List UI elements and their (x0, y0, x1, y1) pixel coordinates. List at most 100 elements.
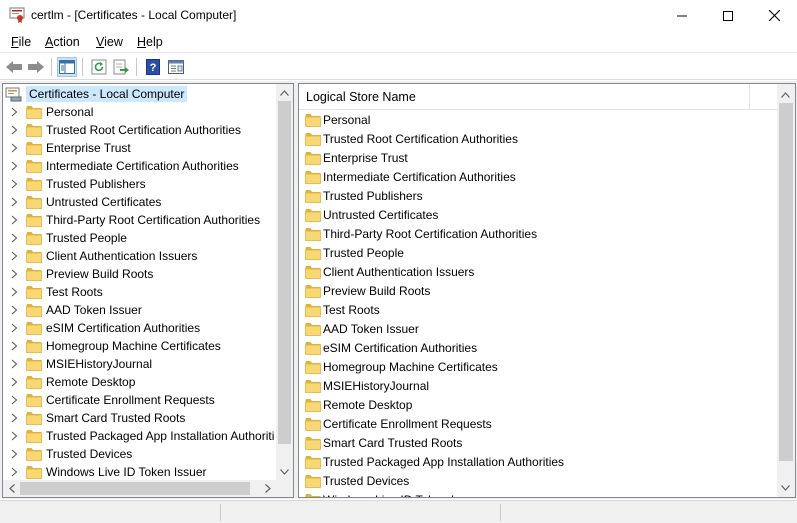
list-item[interactable]: Client Authentication Issuers (299, 262, 777, 281)
tree-item[interactable]: MSIEHistoryJournal (3, 355, 278, 373)
chevron-right-icon[interactable] (10, 467, 19, 477)
chevron-right-icon[interactable] (10, 305, 19, 315)
chevron-right-icon[interactable] (10, 323, 19, 333)
chevron-right-icon[interactable] (10, 107, 19, 117)
tree-item[interactable]: Test Roots (3, 283, 278, 301)
list-item[interactable]: Smart Card Trusted Roots (299, 433, 777, 452)
chevron-right-icon[interactable] (10, 197, 19, 207)
tree-item[interactable]: Certificate Enrollment Requests (3, 391, 278, 409)
minimize-icon (677, 15, 687, 16)
menu-view[interactable]: View (96, 35, 123, 49)
chevron-right-icon[interactable] (10, 269, 19, 279)
chevron-right-icon[interactable] (10, 413, 19, 423)
tree-item[interactable]: Windows Live ID Token Issuer (3, 463, 278, 481)
console-tree-pane[interactable]: Certificates - Local Computer Personal Tr… (2, 83, 294, 498)
column-divider[interactable] (749, 84, 750, 110)
tree-item[interactable]: Homegroup Machine Certificates (3, 337, 278, 355)
menu-action[interactable]: Action (45, 35, 80, 49)
tree-item[interactable]: Client Authentication Issuers (3, 247, 278, 265)
close-button[interactable] (751, 0, 797, 31)
refresh-button[interactable] (89, 57, 109, 77)
chevron-right-icon[interactable] (10, 179, 19, 189)
tree-item[interactable]: Trusted People (3, 229, 278, 247)
chevron-right-icon[interactable] (10, 287, 19, 297)
list-item[interactable]: Trusted Publishers (299, 186, 777, 205)
chevron-right-icon[interactable] (10, 233, 19, 243)
chevron-right-icon[interactable] (10, 377, 19, 387)
list-item-label: Trusted Packaged App Installation Author… (323, 455, 565, 469)
chevron-right-icon[interactable] (10, 431, 19, 441)
list-item[interactable]: Test Roots (299, 300, 777, 319)
list-item[interactable]: Trusted Devices (299, 471, 777, 490)
list-vertical-scrollbar[interactable] (777, 84, 795, 497)
tree-root-label: Certificates - Local Computer (26, 86, 188, 102)
chevron-right-icon[interactable] (10, 251, 19, 261)
chevron-right-icon[interactable] (10, 449, 19, 459)
tree-item[interactable]: Trusted Root Certification Authorities (3, 121, 278, 139)
list-item[interactable]: Intermediate Certification Authorities (299, 167, 777, 186)
tree-item-label: Trusted Publishers (46, 177, 146, 191)
tree-item[interactable]: Intermediate Certification Authorities (3, 157, 278, 175)
tree-item[interactable]: Untrusted Certificates (3, 193, 278, 211)
list-scroll-up-button[interactable] (777, 86, 794, 103)
list-item[interactable]: Personal (299, 110, 777, 129)
tree-item[interactable]: Personal (3, 103, 278, 121)
column-header-logical-store-name[interactable]: Logical Store Name (306, 90, 416, 104)
list-item[interactable]: Remote Desktop (299, 395, 777, 414)
list-vscroll-thumb[interactable] (779, 103, 793, 461)
tree-item[interactable]: Remote Desktop (3, 373, 278, 391)
list-item[interactable]: Certificate Enrollment Requests (299, 414, 777, 433)
tree-item[interactable]: Third-Party Root Certification Authoriti… (3, 211, 278, 229)
chevron-right-icon[interactable] (10, 395, 19, 405)
tree-root-node[interactable]: Certificates - Local Computer (5, 85, 188, 103)
tree-item[interactable]: Smart Card Trusted Roots (3, 409, 278, 427)
minimize-button[interactable] (659, 0, 705, 31)
maximize-button[interactable] (705, 0, 751, 31)
list-scroll-down-button[interactable] (777, 479, 794, 496)
tree-item[interactable]: Enterprise Trust (3, 139, 278, 157)
show-hide-tree-button[interactable] (57, 57, 77, 77)
export-list-button[interactable] (111, 57, 131, 77)
tree-item[interactable]: Trusted Devices (3, 445, 278, 463)
scroll-up-button[interactable] (276, 84, 293, 101)
list-item[interactable]: Homegroup Machine Certificates (299, 357, 777, 376)
help-button[interactable]: ? (143, 57, 163, 77)
tree-item[interactable]: Trusted Packaged App Installation Author… (3, 427, 278, 445)
scroll-down-button[interactable] (276, 463, 293, 480)
list-item[interactable]: Windows Live ID Token Issuer (299, 490, 777, 497)
tree-item[interactable]: AAD Token Issuer (3, 301, 278, 319)
list-item[interactable]: Trusted Packaged App Installation Author… (299, 452, 777, 471)
tree-item[interactable]: Preview Build Roots (3, 265, 278, 283)
column-header[interactable]: Logical Store Name (299, 84, 777, 110)
tree-vertical-scrollbar[interactable] (276, 84, 293, 480)
list-item[interactable]: Enterprise Trust (299, 148, 777, 167)
scroll-left-button[interactable] (3, 480, 20, 497)
menu-help[interactable]: Help (137, 35, 163, 49)
chevron-right-icon[interactable] (10, 143, 19, 153)
tree-horizontal-scrollbar[interactable] (3, 480, 293, 497)
list-item[interactable]: Untrusted Certificates (299, 205, 777, 224)
list-item[interactable]: Trusted Root Certification Authorities (299, 129, 777, 148)
menu-file[interactable]: File (11, 35, 31, 49)
list-item[interactable]: Trusted People (299, 243, 777, 262)
tree-item[interactable]: eSIM Certification Authorities (3, 319, 278, 337)
chevron-right-icon (264, 484, 271, 493)
chevron-right-icon[interactable] (10, 215, 19, 225)
list-item[interactable]: eSIM Certification Authorities (299, 338, 777, 357)
tree-vscroll-thumb[interactable] (278, 101, 291, 444)
chevron-right-icon[interactable] (10, 359, 19, 369)
tree-item[interactable]: Trusted Publishers (3, 175, 278, 193)
tree-hscroll-thumb[interactable] (20, 482, 250, 495)
back-button[interactable] (4, 57, 24, 77)
list-item[interactable]: AAD Token Issuer (299, 319, 777, 338)
chevron-right-icon[interactable] (10, 161, 19, 171)
chevron-right-icon[interactable] (10, 125, 19, 135)
list-item[interactable]: MSIEHistoryJournal (299, 376, 777, 395)
store-list-pane[interactable]: Logical Store Name Personal Trusted Root … (298, 83, 796, 498)
forward-button[interactable] (26, 57, 46, 77)
chevron-right-icon[interactable] (10, 341, 19, 351)
list-item[interactable]: Third-Party Root Certification Authoriti… (299, 224, 777, 243)
scroll-right-button[interactable] (259, 480, 276, 497)
list-item[interactable]: Preview Build Roots (299, 281, 777, 300)
properties-button[interactable] (166, 57, 186, 77)
